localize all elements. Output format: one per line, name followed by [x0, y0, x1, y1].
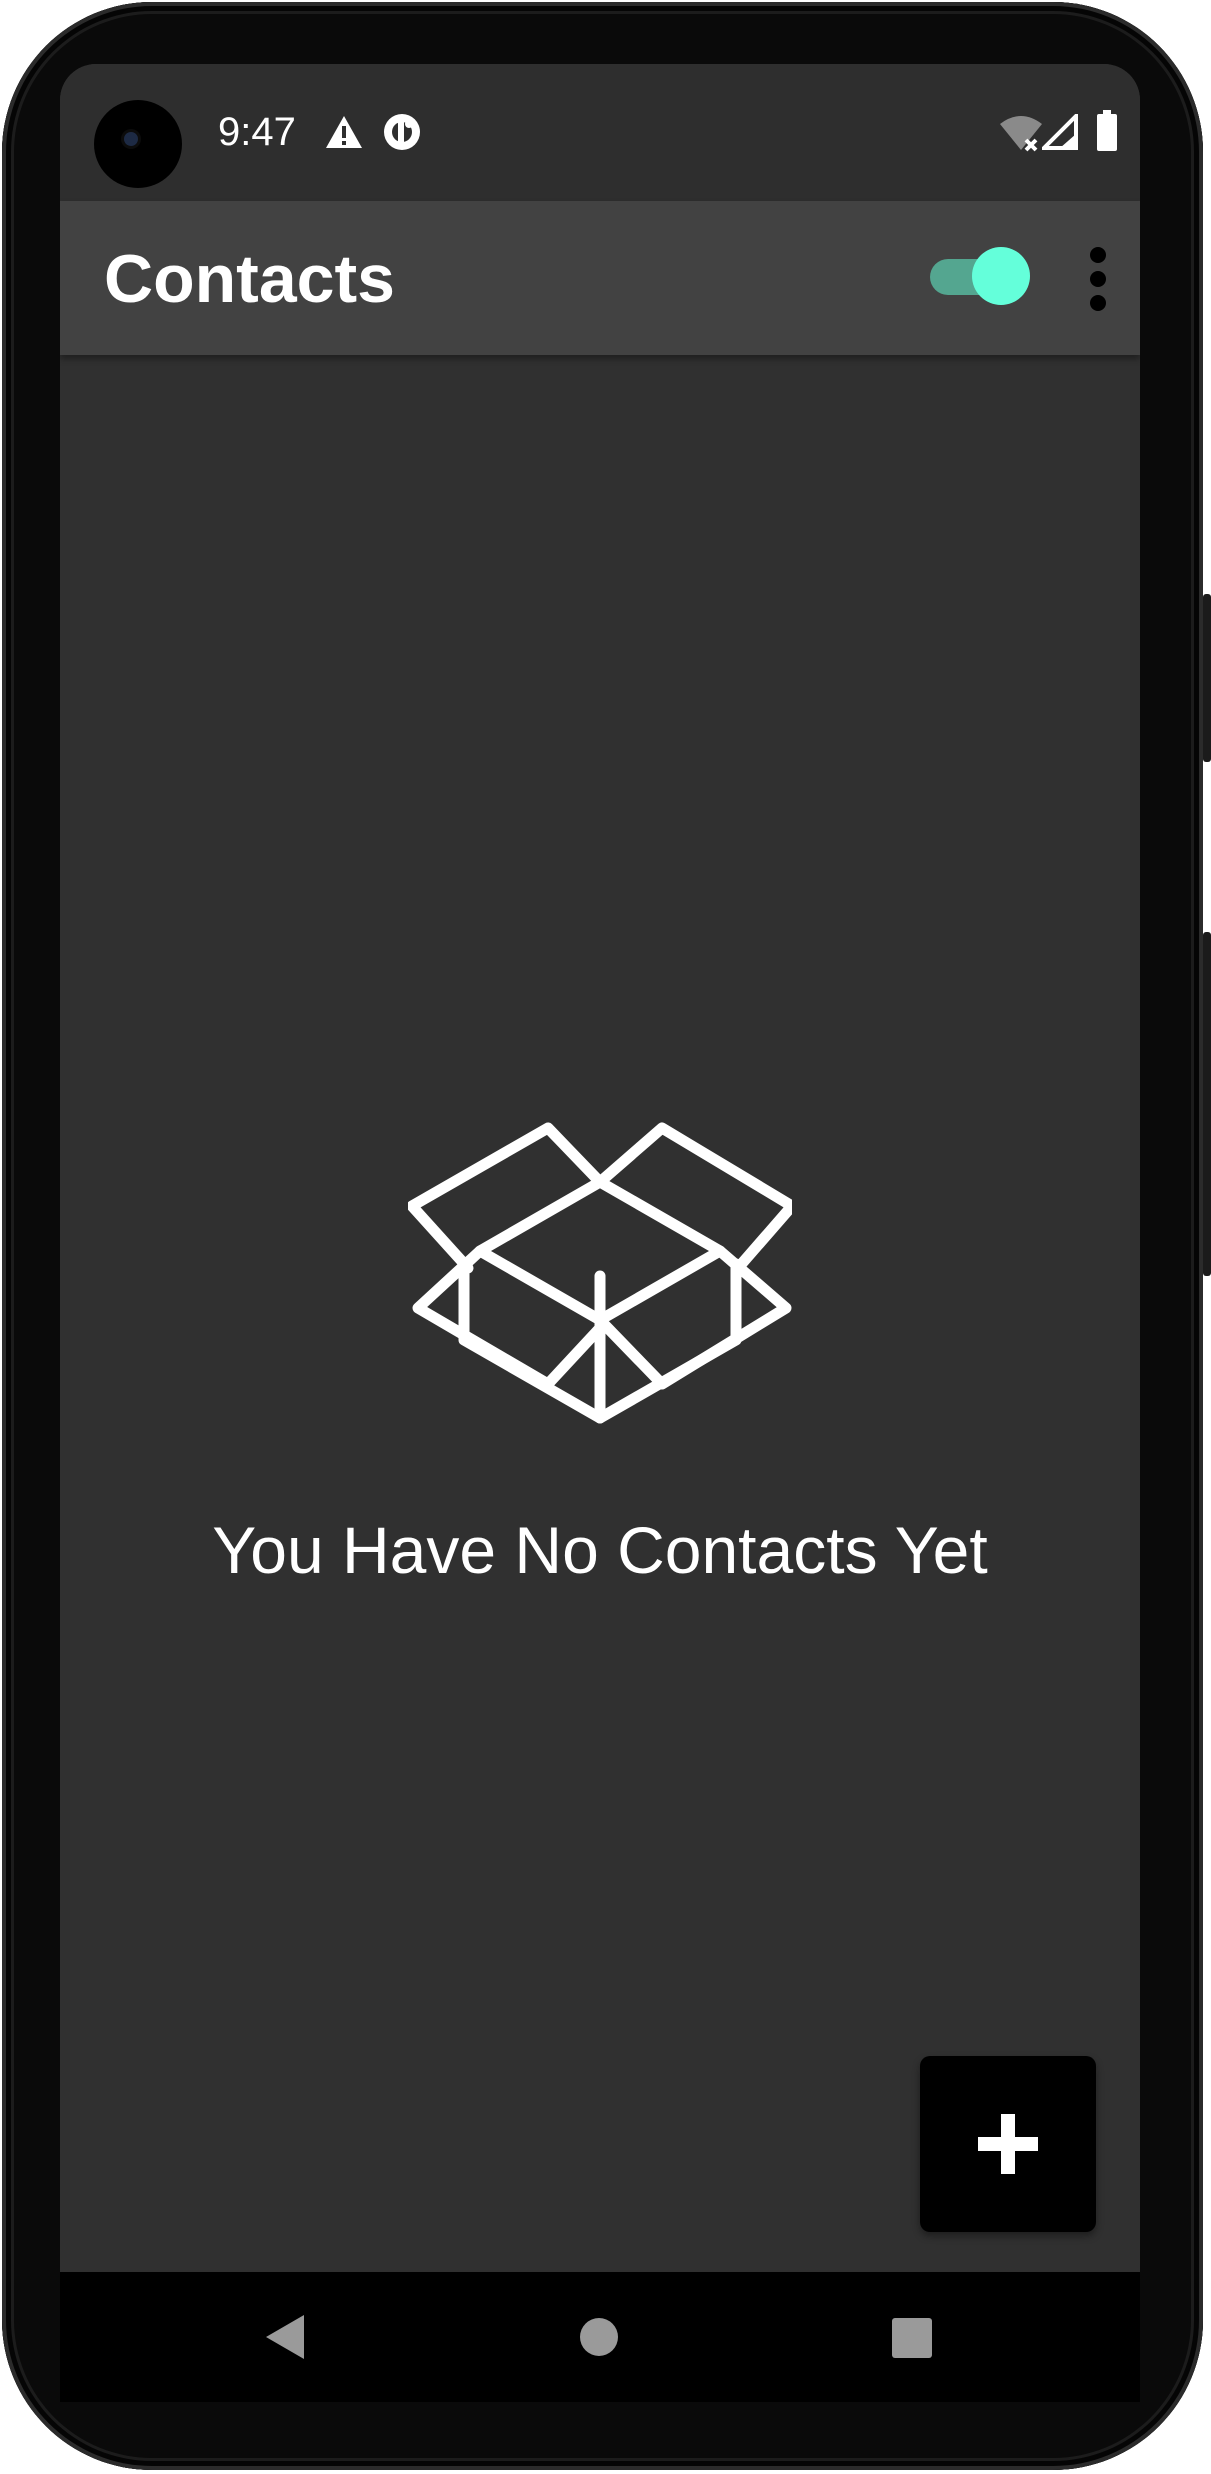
- empty-state-message: You Have No Contacts Yet: [212, 1513, 988, 1587]
- power-button: [1203, 594, 1211, 762]
- navigation-bar: [60, 2272, 1140, 2402]
- app-bar: Contacts: [60, 201, 1140, 355]
- status-bar: 9:47: [60, 64, 1140, 201]
- data-saver-icon: [384, 114, 420, 150]
- volume-button: [1203, 932, 1211, 1276]
- front-camera: [94, 100, 182, 188]
- wifi-off-icon: [1000, 116, 1042, 152]
- screen: 9:47 Contacts You Have No Contacts Yet: [60, 64, 1140, 2272]
- cell-signal-icon: [1042, 114, 1078, 150]
- open-box-icon: [408, 1122, 792, 1424]
- status-time: 9:47: [218, 110, 296, 154]
- recents-icon[interactable]: [892, 2318, 932, 2358]
- add-contact-button[interactable]: [920, 2056, 1096, 2232]
- toggle-thumb: [972, 247, 1030, 305]
- page-title: Contacts: [104, 241, 395, 317]
- theme-toggle-switch[interactable]: [928, 247, 1032, 307]
- battery-icon: [1097, 110, 1117, 151]
- more-vert-icon[interactable]: [1080, 241, 1116, 317]
- back-icon[interactable]: [266, 2315, 304, 2359]
- home-icon[interactable]: [580, 2318, 618, 2356]
- alert-triangle-icon: [326, 116, 362, 148]
